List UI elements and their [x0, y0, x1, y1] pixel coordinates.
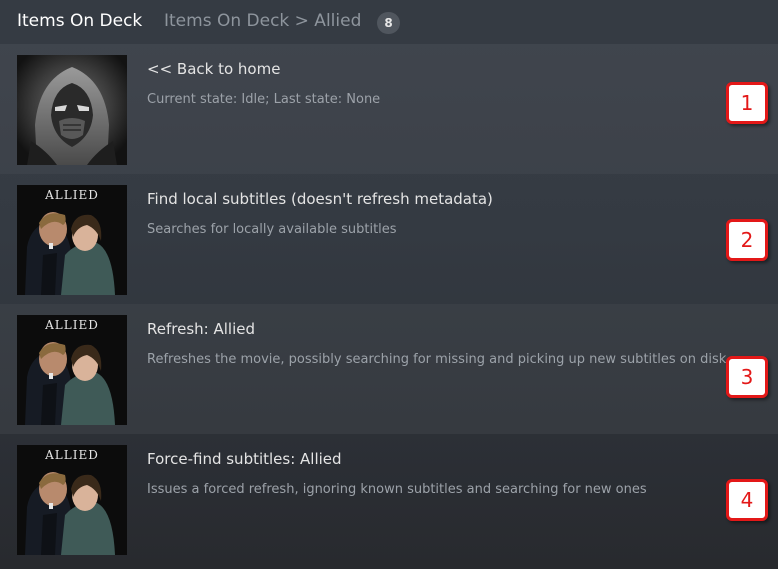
- page-title[interactable]: Items On Deck: [17, 11, 142, 31]
- callout-badge-2: 2: [726, 219, 768, 261]
- thumbnail-allied-poster: ALLIED: [17, 315, 127, 425]
- thumbnail-masked-warrior: [17, 55, 127, 165]
- list-item-force-find-subtitles[interactable]: ALLIED Force-find subtitles: Allied Issu…: [0, 434, 778, 569]
- list-item-find-local-subtitles[interactable]: ALLIED Find local subtitles (doesn't ref…: [0, 174, 778, 304]
- masked-warrior-image: [17, 55, 127, 165]
- callout-badge-1: 1: [726, 82, 768, 124]
- breadcrumb[interactable]: Items On Deck > Allied: [164, 11, 361, 31]
- callout-badge-3: 3: [726, 356, 768, 398]
- refresh-description: Refreshes the movie, possibly searching …: [147, 352, 727, 367]
- thumbnail-allied-poster: ALLIED: [17, 445, 127, 555]
- thumbnail-allied-poster: ALLIED: [17, 185, 127, 295]
- back-to-home-link[interactable]: << Back to home: [147, 60, 280, 78]
- find-local-subtitles-description: Searches for locally available subtitles: [147, 222, 397, 237]
- current-state-text: Current state: Idle; Last state: None: [147, 92, 381, 107]
- list-item-refresh[interactable]: ALLIED Refresh: Allied Refreshes the mov…: [0, 304, 778, 434]
- poster-title-text: ALLIED: [45, 448, 99, 462]
- callout-badge-4: 4: [726, 479, 768, 521]
- poster-title-text: ALLIED: [45, 188, 99, 202]
- item-count-badge: 8: [377, 12, 400, 34]
- force-find-subtitles-link[interactable]: Force-find subtitles: Allied: [147, 450, 342, 468]
- header-bar: Items On Deck Items On Deck > Allied 8: [0, 0, 778, 44]
- poster-title-text: ALLIED: [45, 318, 99, 332]
- refresh-link[interactable]: Refresh: Allied: [147, 320, 255, 338]
- list-item-back-home[interactable]: << Back to home Current state: Idle; Las…: [0, 44, 778, 174]
- find-local-subtitles-link[interactable]: Find local subtitles (doesn't refresh me…: [147, 190, 493, 208]
- force-find-subtitles-description: Issues a forced refresh, ignoring known …: [147, 482, 647, 497]
